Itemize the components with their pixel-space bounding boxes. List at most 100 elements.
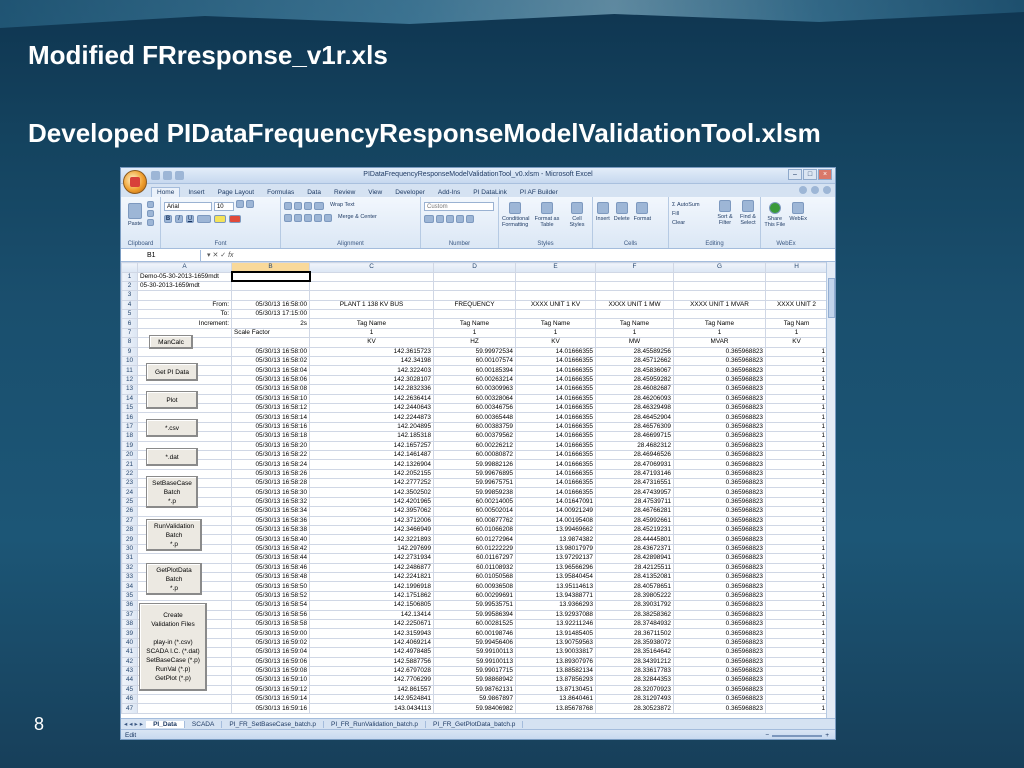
row-header[interactable]: 14: [121, 393, 138, 404]
cell[interactable]: 14.01666355: [515, 440, 596, 451]
sheet-nav-arrows[interactable]: ◂ ◂ ▸ ▸: [121, 720, 146, 728]
cell[interactable]: 05/30/13 16:58:10: [231, 393, 310, 404]
column-header[interactable]: H: [765, 262, 828, 273]
cell[interactable]: [433, 309, 516, 320]
cell[interactable]: 05/30/13 16:58:22: [231, 449, 310, 461]
cell[interactable]: 142.1657257: [309, 440, 434, 451]
cell[interactable]: 13.89307976: [515, 656, 596, 667]
cell[interactable]: Demo-05-30-2013-1659mdt: [137, 271, 232, 282]
cell[interactable]: 05-30-2013-1659mdt: [137, 280, 232, 292]
row-header[interactable]: 6: [121, 318, 138, 329]
cell[interactable]: Tag Name: [673, 318, 766, 329]
cell[interactable]: 1: [673, 327, 766, 339]
tab-formulas[interactable]: Formulas: [262, 188, 299, 197]
cell[interactable]: 05/30/13 16:58:30: [231, 487, 310, 498]
get-pi-data-button[interactable]: Get PI Data: [146, 363, 198, 381]
row-header[interactable]: 10: [121, 355, 138, 367]
row-header[interactable]: 13: [121, 384, 138, 395]
cell[interactable]: 1: [765, 637, 828, 649]
cell[interactable]: [515, 280, 596, 292]
row-header[interactable]: 32: [121, 562, 138, 574]
close-icon[interactable]: ×: [818, 169, 832, 180]
cell[interactable]: 142.3615723: [309, 346, 434, 358]
cell[interactable]: 05/30/13 16:58:04: [231, 365, 310, 376]
csv-button[interactable]: *.csv: [146, 419, 198, 437]
cell[interactable]: To:: [137, 309, 232, 320]
cell[interactable]: 14.01666355: [515, 431, 596, 442]
cell[interactable]: [137, 506, 232, 517]
cell[interactable]: 14.01666355: [515, 468, 596, 480]
cell[interactable]: [595, 290, 674, 301]
cell[interactable]: 28.45959282: [595, 374, 674, 386]
tab-pi-af-builder[interactable]: PI AF Builder: [515, 188, 563, 197]
workbook-close-icon[interactable]: [823, 186, 831, 194]
cell[interactable]: 1: [595, 327, 674, 339]
cell[interactable]: 28.45836067: [595, 365, 674, 376]
cell[interactable]: FREQUENCY: [433, 299, 516, 311]
cell[interactable]: 13.8640461: [515, 694, 596, 705]
borders-icon[interactable]: [197, 215, 211, 223]
format-painter-icon[interactable]: [147, 219, 154, 226]
cell[interactable]: 28.32070923: [595, 684, 674, 696]
row-header[interactable]: 29: [121, 534, 138, 545]
cell[interactable]: 60.00365448: [433, 412, 516, 423]
cell[interactable]: 0.365968823: [673, 571, 766, 583]
insert-cells-button[interactable]: Insert: [596, 202, 610, 222]
webex-button[interactable]: WebEx: [788, 202, 808, 228]
cell[interactable]: 0.365968823: [673, 365, 766, 376]
zoom-out-icon[interactable]: −: [765, 732, 769, 739]
cell[interactable]: 1: [765, 384, 828, 395]
cell[interactable]: 1: [765, 346, 828, 358]
cell[interactable]: XXXX UNIT 1 KV: [515, 299, 596, 311]
cell[interactable]: 14.01666355: [515, 384, 596, 395]
row-header[interactable]: 8: [121, 337, 138, 348]
cell[interactable]: 05/30/13 16:59:00: [231, 628, 310, 639]
cell[interactable]: 05/30/13 16:58:46: [231, 562, 310, 574]
cell[interactable]: 14.01666355: [515, 487, 596, 498]
column-header[interactable]: G: [673, 262, 766, 273]
number-format-select[interactable]: Custom: [424, 202, 494, 211]
first-sheet-icon[interactable]: ◂: [124, 720, 127, 728]
cell[interactable]: 1: [765, 402, 828, 414]
tab-developer[interactable]: Developer: [390, 188, 430, 197]
cell[interactable]: 1: [515, 327, 596, 339]
cell[interactable]: 28.45712662: [595, 355, 674, 367]
cell[interactable]: 28.47539711: [595, 496, 674, 508]
cell[interactable]: 05/30/13 16:59:08: [231, 665, 310, 677]
merge-center-button[interactable]: Merge & Center: [338, 214, 377, 222]
cell[interactable]: 13.85678768: [515, 703, 596, 714]
cell[interactable]: 142.5887756: [309, 656, 434, 667]
cell[interactable]: 13.9874382: [515, 534, 596, 545]
row-header[interactable]: 24: [121, 487, 138, 498]
cell[interactable]: [230, 270, 311, 283]
align-top-icon[interactable]: [284, 202, 292, 210]
cell[interactable]: 28.47316551: [595, 478, 674, 489]
tab-view[interactable]: View: [363, 188, 387, 197]
cell[interactable]: 1: [765, 647, 828, 658]
cell[interactable]: 0.365968823: [673, 449, 766, 461]
row-header[interactable]: 4: [121, 299, 138, 311]
cell[interactable]: 60.00877762: [433, 515, 516, 527]
cell[interactable]: [231, 290, 310, 301]
row-header[interactable]: 20: [121, 449, 138, 461]
cell[interactable]: 142.1751862: [309, 590, 434, 602]
orientation-icon[interactable]: [314, 202, 324, 210]
cell[interactable]: 1: [765, 412, 828, 423]
grow-font-icon[interactable]: [235, 200, 244, 208]
cell[interactable]: 05/30/13 16:59:02: [231, 637, 310, 649]
cell[interactable]: 05/30/13 16:59:12: [231, 684, 310, 696]
cell[interactable]: 142.2731934: [309, 553, 434, 564]
cell[interactable]: [673, 280, 766, 292]
cell[interactable]: 1: [765, 355, 828, 367]
cell[interactable]: 60.00383759: [433, 421, 516, 433]
scrollbar-thumb[interactable]: [828, 278, 835, 318]
cell[interactable]: 142.204895: [309, 421, 434, 433]
cell[interactable]: 60.01167297: [433, 553, 516, 564]
cell[interactable]: XXXX UNIT 2: [765, 299, 828, 311]
cell[interactable]: 05/30/13 16:58:58: [231, 618, 310, 630]
cell[interactable]: 142.1996918: [309, 581, 434, 592]
cell[interactable]: 142.6797028: [309, 665, 434, 677]
cell[interactable]: MW: [595, 337, 674, 348]
percent-icon[interactable]: [436, 215, 444, 223]
cell[interactable]: 0.365968823: [673, 581, 766, 592]
